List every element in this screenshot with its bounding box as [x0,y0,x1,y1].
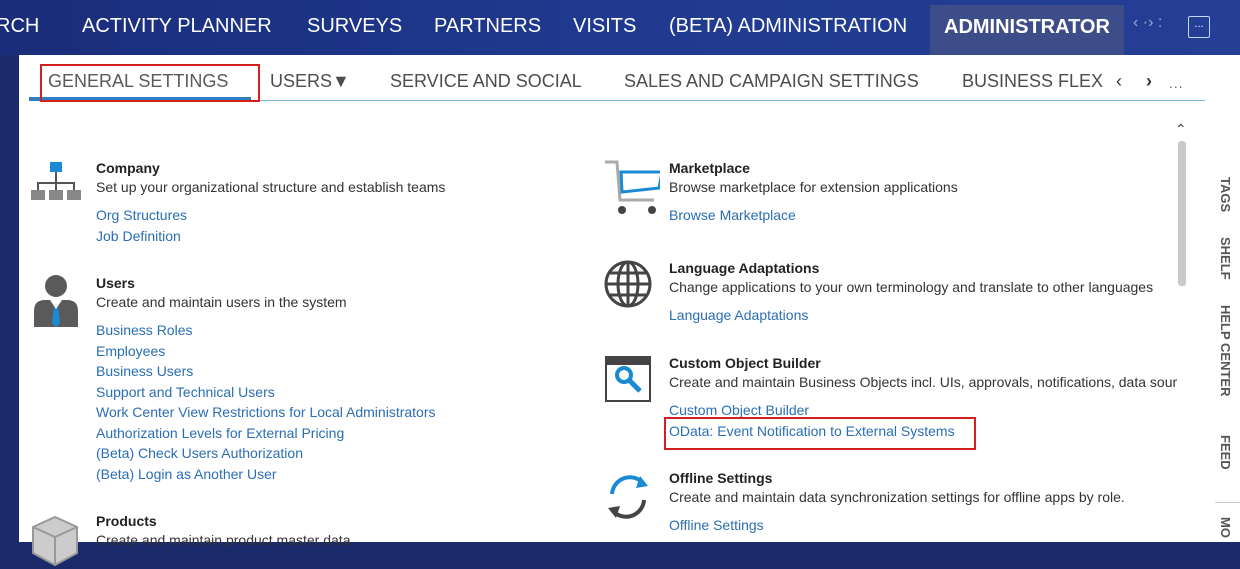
link-work-center-view-restrictions[interactable]: Work Center View Restrictions for Local … [96,402,436,423]
offline-links: Offline Settings [669,515,764,536]
users-description: Create and maintain users in the system [96,294,347,310]
company-description: Set up your organizational structure and… [96,179,446,195]
language-links: Language Adaptations [669,305,808,326]
right-side-panel: TAGS SHELF HELP CENTER FEED MO [1215,55,1240,542]
tab-service-and-social[interactable]: SERVICE AND SOCIAL [390,71,582,92]
nav-item-beta-administration[interactable]: (BETA) ADMINISTRATION [669,15,907,38]
sidebar-divider [1215,502,1240,503]
org-structure-icon [31,162,81,200]
marketplace-links: Browse Marketplace [669,205,796,226]
nav-item-activity-planner[interactable]: ACTIVITY PLANNER [82,15,272,38]
shopping-cart-icon [605,160,660,214]
link-offline-settings[interactable]: Offline Settings [669,515,764,536]
products-description: Create and maintain product master data [96,532,351,548]
users-links: Business Roles Employees Business Users … [96,320,436,484]
subtab-bar: GENERAL SETTINGS USERS▼ SERVICE AND SOCI… [19,55,1215,105]
link-authorization-levels-external-pricing[interactable]: Authorization Levels for External Pricin… [96,423,436,444]
general-settings-panel: GENERAL SETTINGS USERS▼ SERVICE AND SOCI… [19,55,1215,567]
sidebar-feed[interactable]: FEED [1218,435,1233,470]
link-language-adaptations[interactable]: Language Adaptations [669,305,808,326]
sync-icon [608,475,648,519]
products-title: Products [96,513,157,529]
link-support-technical-users[interactable]: Support and Technical Users [96,382,436,403]
tab-overflow-icon[interactable]: ... [1169,75,1184,91]
link-org-structures[interactable]: Org Structures [96,205,187,226]
nav-item-administrator[interactable]: ADMINISTRATOR [930,5,1124,55]
offline-description: Create and maintain data synchronization… [669,489,1125,505]
marketplace-title: Marketplace [669,160,750,176]
vertical-scrollbar[interactable] [1178,141,1186,286]
nav-item-partners[interactable]: PARTNERS [434,15,541,38]
link-business-users[interactable]: Business Users [96,361,436,382]
product-box-icon [32,515,78,567]
custom-object-wrench-icon [605,356,651,402]
link-beta-login-as-another-user[interactable]: (Beta) Login as Another User [96,464,436,485]
marketplace-description: Browse marketplace for extension applica… [669,179,958,195]
globe-icon [604,260,652,308]
tab-prev-icon[interactable]: ‹ [1116,71,1122,92]
nav-scroll-arrows[interactable]: ‹ ·› : [1133,14,1162,32]
sidebar-more[interactable]: MO [1218,517,1233,538]
language-title: Language Adaptations [669,260,820,276]
link-job-definition[interactable]: Job Definition [96,226,187,247]
tab-highlight-box [40,64,260,102]
company-title: Company [96,160,160,176]
language-description: Change applications to your own terminol… [669,279,1154,295]
nav-item-surveys[interactable]: SURVEYS [307,15,402,38]
link-browse-marketplace[interactable]: Browse Marketplace [669,205,796,226]
sidebar-tags[interactable]: TAGS [1218,177,1233,212]
nav-more-icon[interactable]: ... [1188,16,1210,38]
top-navigation-bar: RCH ACTIVITY PLANNER SURVEYS PARTNERS VI… [0,0,1240,55]
link-employees[interactable]: Employees [96,341,436,362]
users-title: Users [96,275,135,291]
offline-title: Offline Settings [669,470,773,486]
tab-next-icon[interactable]: › [1146,71,1152,92]
tab-sales-and-campaign-settings[interactable]: SALES AND CAMPAIGN SETTINGS [624,71,919,92]
sidebar-shelf[interactable]: SHELF [1218,237,1233,280]
scroll-up-icon[interactable]: ⌃ [1175,121,1187,138]
sidebar-help-center[interactable]: HELP CENTER [1218,305,1233,397]
custom-object-description: Create and maintain Business Objects inc… [669,374,1178,390]
tab-business-flex[interactable]: BUSINESS FLEX [962,71,1103,92]
link-business-roles[interactable]: Business Roles [96,320,436,341]
custom-object-title: Custom Object Builder [669,355,821,371]
link-beta-check-users-authorization[interactable]: (Beta) Check Users Authorization [96,443,436,464]
nav-item-search[interactable]: RCH [0,15,39,38]
tab-users[interactable]: USERS▼ [270,71,350,92]
odata-link-highlight-box [664,417,976,450]
user-icon [34,275,78,327]
nav-item-visits[interactable]: VISITS [573,15,636,38]
company-links: Org Structures Job Definition [96,205,187,246]
